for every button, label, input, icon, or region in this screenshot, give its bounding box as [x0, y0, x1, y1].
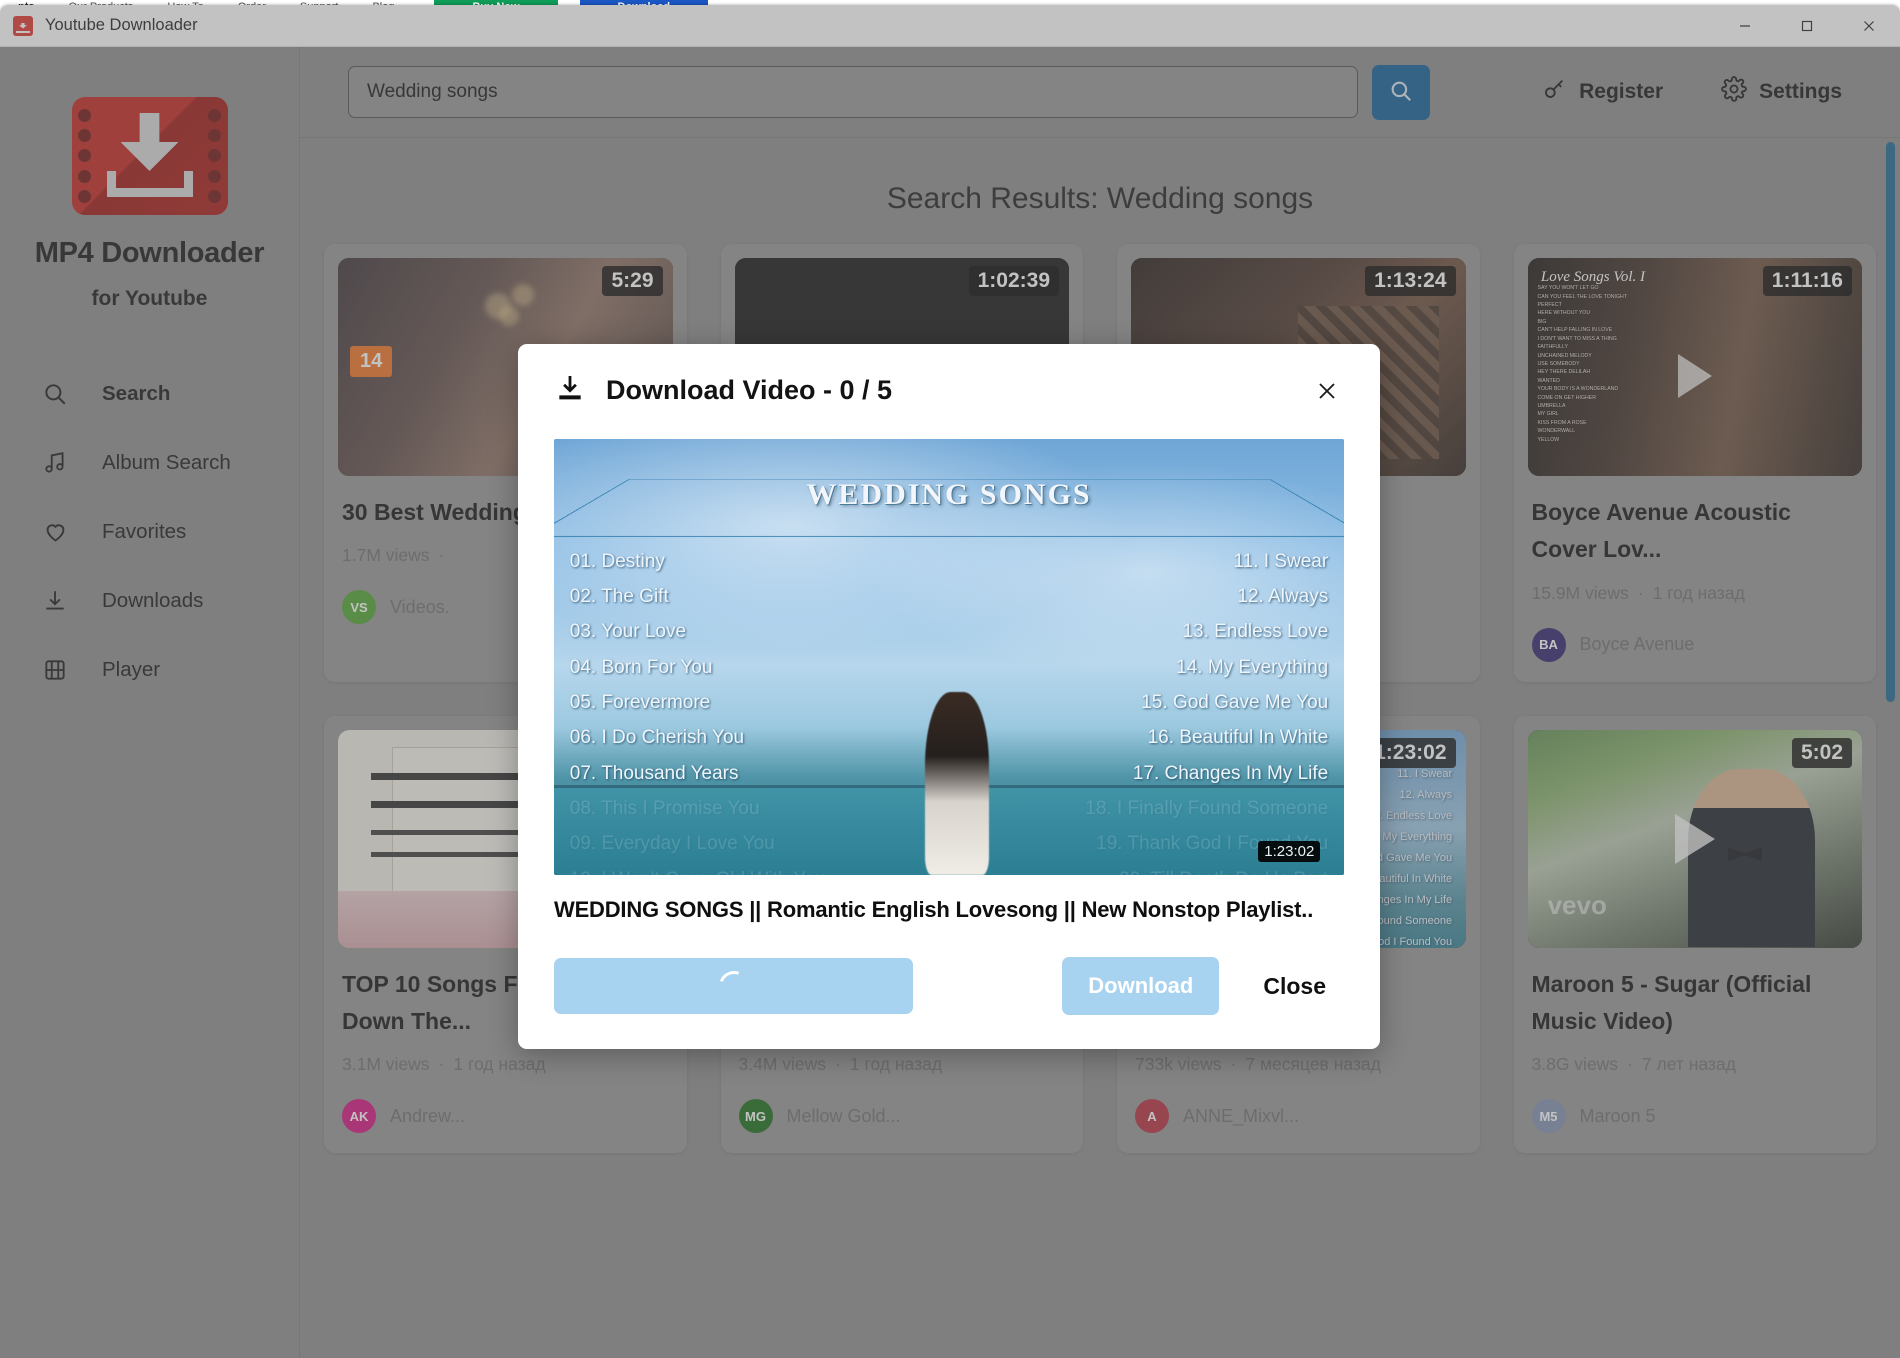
thumbnail-duration: 1:23:02	[1258, 841, 1320, 862]
download-video-dialog: Download Video - 0 / 5 WEDDING SONGS 01.…	[518, 344, 1380, 1049]
download-progress-bar	[554, 958, 913, 1014]
dialog-actions: Download Close	[554, 957, 1344, 1015]
dialog-title: Download Video - 0 / 5	[606, 375, 892, 406]
close-icon[interactable]	[1310, 374, 1344, 408]
dialog-video-thumbnail: WEDDING SONGS 01. Destiny02. The Gift03.…	[554, 439, 1344, 875]
download-button[interactable]: Download	[1062, 957, 1219, 1015]
dialog-video-caption: WEDDING SONGS || Romantic English Loveso…	[554, 897, 1344, 923]
application-window: Youtube Downloader MP	[0, 5, 1900, 1358]
dialog-header: Download Video - 0 / 5	[554, 372, 1344, 409]
spinner-icon	[714, 966, 754, 1006]
download-icon	[554, 372, 586, 409]
close-dialog-button[interactable]: Close	[1245, 959, 1344, 1014]
thumbnail-heading: WEDDING SONGS	[554, 478, 1344, 512]
